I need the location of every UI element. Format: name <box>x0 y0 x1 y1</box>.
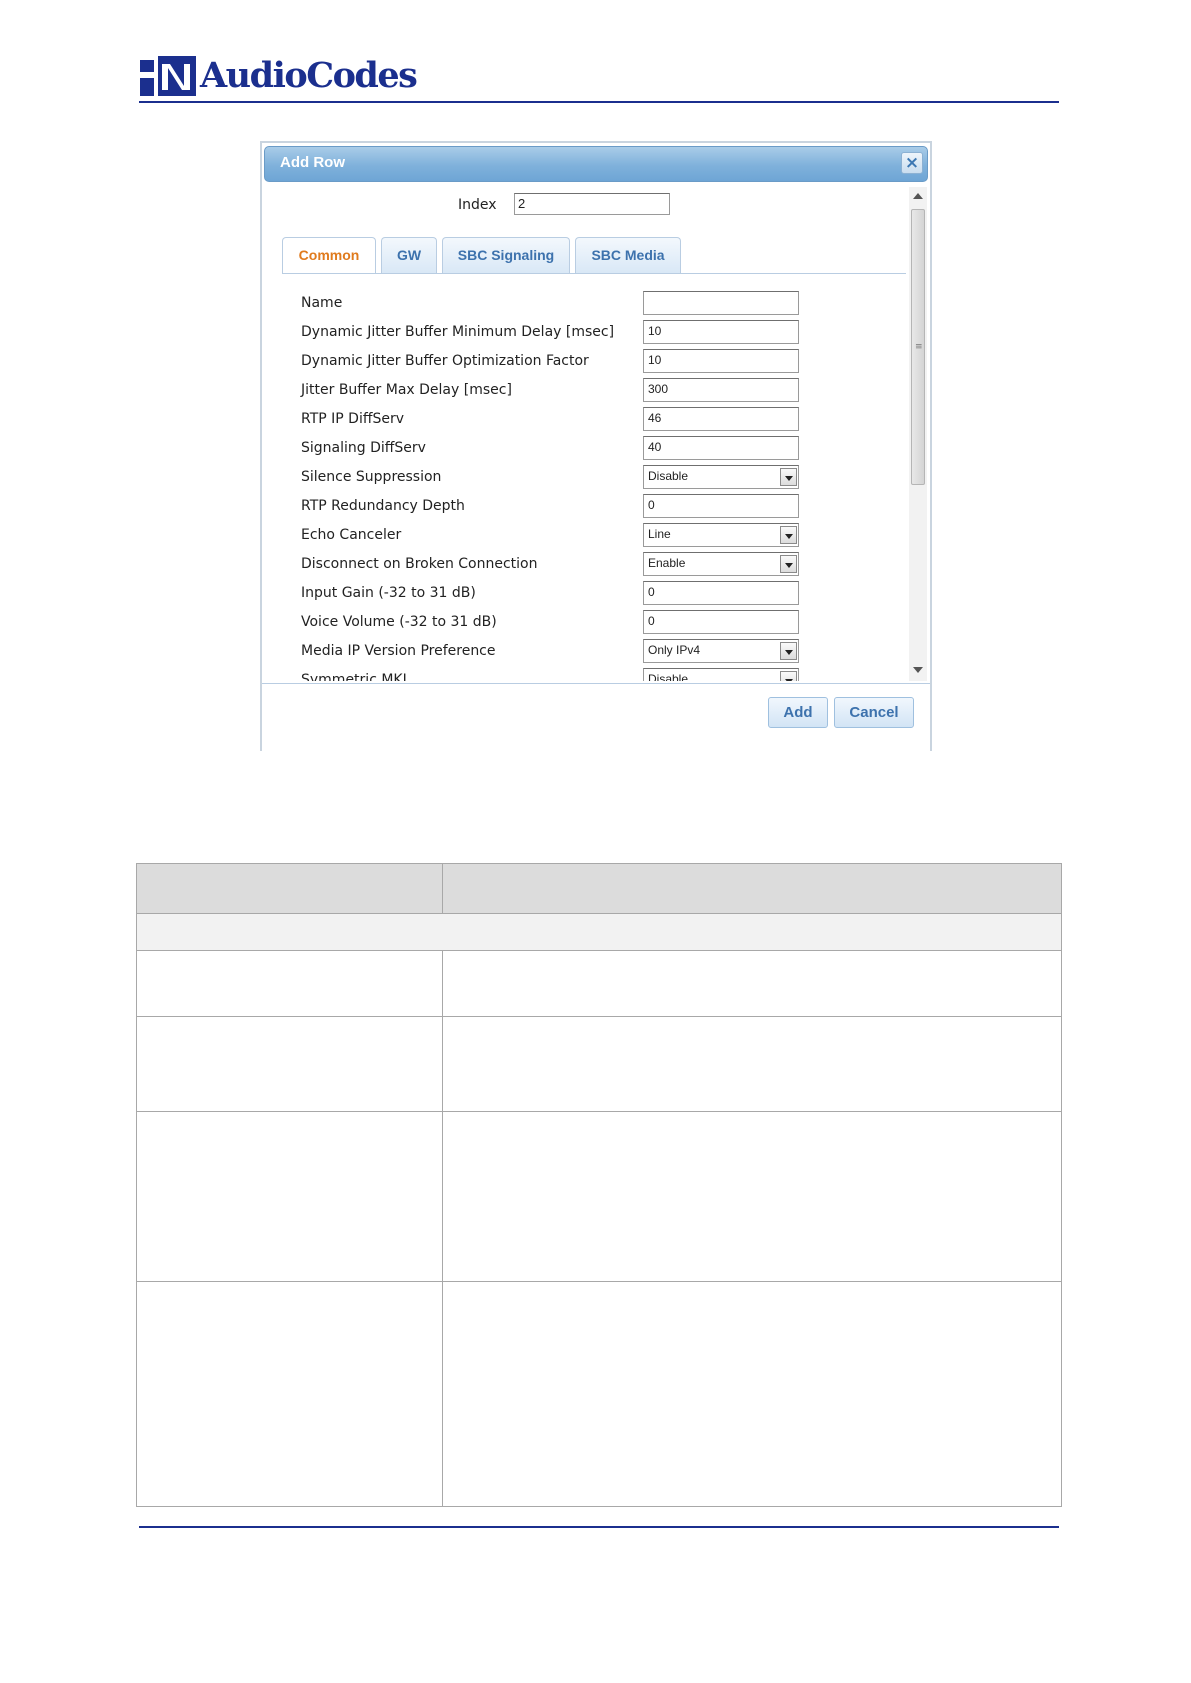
select-value: Line <box>648 527 671 541</box>
field-row-input-gain: Input Gain (-32 to 31 dB) 0 <box>301 581 901 607</box>
chevron-down-icon[interactable] <box>780 642 797 660</box>
jitter-min-delay-input[interactable]: 10 <box>643 320 799 344</box>
name-input[interactable] <box>643 291 799 315</box>
field-label: RTP IP DiffServ <box>301 411 405 427</box>
field-label: Signaling DiffServ <box>301 440 426 456</box>
field-label: Symmetric MKI <box>301 672 407 681</box>
dialog-content: Index 2 Common GW SBC Signaling SBC Medi… <box>262 185 908 681</box>
disconnect-broken-select[interactable]: Enable <box>643 552 799 576</box>
echo-canceler-select[interactable]: Line <box>643 523 799 547</box>
field-row-jitter-min-delay: Dynamic Jitter Buffer Minimum Delay [mse… <box>301 320 901 346</box>
audiocodes-logo-icon <box>140 56 196 96</box>
grip-icon: ≡ <box>915 342 923 352</box>
logo-text: AudioCodes <box>200 55 418 96</box>
tab-sbc-signaling[interactable]: SBC Signaling <box>442 237 570 273</box>
field-label: Echo Canceler <box>301 527 402 543</box>
table-group-row <box>137 914 1061 951</box>
input-gain-input[interactable]: 0 <box>643 581 799 605</box>
field-label: Silence Suppression <box>301 469 442 485</box>
field-row-jitter-max-delay: Jitter Buffer Max Delay [msec] 300 <box>301 378 901 404</box>
field-label: Voice Volume (-32 to 31 dB) <box>301 614 497 630</box>
field-row-symmetric-mki: Symmetric MKI Disable <box>301 668 901 681</box>
dialog-title-bar[interactable]: Add Row × <box>264 146 928 182</box>
media-ip-version-select[interactable]: Only IPv4 <box>643 639 799 663</box>
field-label: Input Gain (-32 to 31 dB) <box>301 585 476 601</box>
field-row-disconnect-broken: Disconnect on Broken Connection Enable <box>301 552 901 578</box>
field-label: Dynamic Jitter Buffer Minimum Delay [mse… <box>301 324 615 340</box>
dialog-title: Add Row <box>280 154 345 171</box>
silence-suppression-select[interactable]: Disable <box>643 465 799 489</box>
field-row-media-ip-version: Media IP Version Preference Only IPv4 <box>301 639 901 665</box>
audiocodes-logo: AudioCodes <box>140 54 418 100</box>
scrollbar-thumb[interactable]: ≡ <box>911 209 925 485</box>
tab-common[interactable]: Common <box>282 237 376 274</box>
field-row-name: Name <box>301 291 901 317</box>
field-row-echo-canceler: Echo Canceler Line <box>301 523 901 549</box>
rtp-redundancy-input[interactable]: 0 <box>643 494 799 518</box>
close-icon[interactable]: × <box>901 152 923 174</box>
field-row-rtp-redundancy: RTP Redundancy Depth 0 <box>301 494 901 520</box>
field-label: Jitter Buffer Max Delay [msec] <box>301 382 512 398</box>
voice-volume-input[interactable]: 0 <box>643 610 799 634</box>
chevron-down-icon[interactable] <box>780 555 797 573</box>
tab-gw[interactable]: GW <box>381 237 437 273</box>
rtp-diffserv-input[interactable]: 46 <box>643 407 799 431</box>
table-row <box>137 1281 1061 1282</box>
footer-rule <box>139 1526 1059 1528</box>
chevron-down-icon[interactable] <box>780 526 797 544</box>
field-label: Media IP Version Preference <box>301 643 496 659</box>
select-value: Enable <box>648 556 686 570</box>
add-button[interactable]: Add <box>768 697 828 728</box>
scroll-up-icon[interactable] <box>913 193 923 199</box>
field-row-rtp-diffserv: RTP IP DiffServ 46 <box>301 407 901 433</box>
field-label: RTP Redundancy Depth <box>301 498 465 514</box>
column-divider <box>442 951 443 1506</box>
index-label: Index <box>458 197 497 213</box>
table-row <box>137 1016 1061 1017</box>
chevron-down-icon[interactable] <box>780 468 797 486</box>
table-row <box>137 1111 1061 1112</box>
add-row-dialog: Add Row × Index 2 Common GW SBC Signalin… <box>260 141 932 752</box>
chevron-down-icon[interactable] <box>780 671 797 681</box>
field-row-signaling-diffserv: Signaling DiffServ 40 <box>301 436 901 462</box>
field-label: Dynamic Jitter Buffer Optimization Facto… <box>301 353 589 369</box>
select-value: Only IPv4 <box>648 643 701 657</box>
field-label: Disconnect on Broken Connection <box>301 556 538 572</box>
tab-divider <box>282 273 906 274</box>
index-input[interactable]: 2 <box>514 193 670 215</box>
parameter-table <box>136 863 1062 1507</box>
select-value: Disable <box>648 469 689 483</box>
column-divider <box>442 864 443 914</box>
signaling-diffserv-input[interactable]: 40 <box>643 436 799 460</box>
jitter-max-delay-input[interactable]: 300 <box>643 378 799 402</box>
cancel-button[interactable]: Cancel <box>834 697 914 728</box>
symmetric-mki-select[interactable]: Disable <box>643 668 799 681</box>
field-label: Name <box>301 295 343 311</box>
header-rule <box>139 101 1059 103</box>
field-row-jitter-opt-factor: Dynamic Jitter Buffer Optimization Facto… <box>301 349 901 375</box>
vertical-scrollbar[interactable]: ≡ <box>909 187 927 681</box>
tab-sbc-media[interactable]: SBC Media <box>575 237 681 273</box>
table-header <box>137 864 1061 914</box>
field-row-silence-suppression: Silence Suppression Disable <box>301 465 901 491</box>
jitter-opt-factor-input[interactable]: 10 <box>643 349 799 373</box>
dialog-footer: Add Cancel <box>262 683 930 752</box>
field-row-voice-volume: Voice Volume (-32 to 31 dB) 0 <box>301 610 901 636</box>
scroll-down-icon[interactable] <box>913 667 923 673</box>
select-value: Disable <box>648 672 689 681</box>
